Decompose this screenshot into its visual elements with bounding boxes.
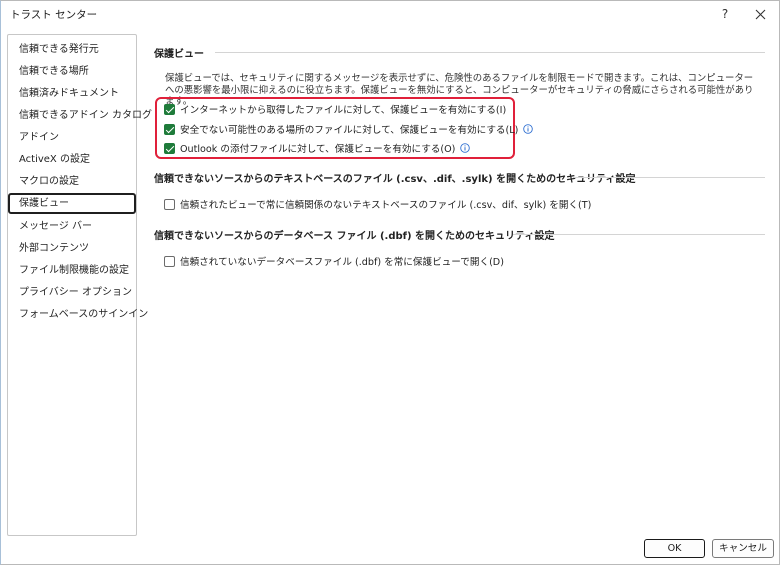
info-icon[interactable] bbox=[523, 124, 534, 134]
sidebar-item-trusted-addin-catalogs[interactable]: 信頼できるアドイン カタログ bbox=[9, 105, 152, 126]
option-outlook-attachments[interactable]: Outlook の添付ファイルに対して、保護ビューを有効にする(O) bbox=[164, 140, 471, 156]
option-unsafe-locations[interactable]: 安全でない可能性のある場所のファイルに対して、保護ビューを有効にする(L) bbox=[164, 121, 534, 137]
section-divider bbox=[573, 177, 765, 178]
section-divider bbox=[513, 234, 765, 235]
sidebar-item-trusted-documents[interactable]: 信頼済みドキュメント bbox=[9, 83, 135, 104]
title-bar: トラスト センター ? bbox=[1, 1, 779, 27]
section-heading-protected-view: 保護ビュー bbox=[154, 49, 204, 60]
help-button[interactable]: ? bbox=[711, 3, 739, 25]
option-label: Outlook の添付ファイルに対して、保護ビューを有効にする(O) bbox=[180, 144, 456, 155]
section-heading-dbf-files: 信頼できないソースからのデータベース ファイル (.dbf) を開くためのセキュ… bbox=[154, 231, 555, 242]
section-heading-text-files: 信頼できないソースからのテキストベースのファイル (.csv、.dif、.syl… bbox=[154, 174, 636, 185]
dialog-title: トラスト センター bbox=[10, 9, 98, 21]
close-icon bbox=[755, 9, 765, 19]
sidebar-item-trusted-locations[interactable]: 信頼できる場所 bbox=[9, 61, 135, 82]
option-open-text-files[interactable]: 信頼されたビューで常に信頼関係のないテキストベースのファイル (.csv、dif… bbox=[164, 196, 591, 212]
sidebar-item-external-content[interactable]: 外部コンテンツ bbox=[9, 238, 135, 259]
sidebar-item-privacy-options[interactable]: プライバシー オプション bbox=[9, 282, 135, 303]
sidebar-item-activex-settings[interactable]: ActiveX の設定 bbox=[9, 149, 135, 170]
option-internet-files[interactable]: インターネットから取得したファイルに対して、保護ビューを有効にする(I) bbox=[164, 101, 506, 117]
checkbox-open-text-files[interactable] bbox=[164, 198, 175, 210]
option-label: インターネットから取得したファイルに対して、保護ビューを有効にする(I) bbox=[180, 105, 507, 116]
sidebar-item-protected-view[interactable]: 保護ビュー bbox=[8, 193, 136, 214]
trust-center-dialog: トラスト センター ? 信頼できる発行元 信頼できる場所 信頼済みドキュメント … bbox=[0, 0, 780, 565]
option-label: 信頼されていないデータベースファイル (.dbf) を常に保護ビューで開く(D) bbox=[180, 257, 504, 268]
checkbox-outlook-attachments[interactable] bbox=[164, 142, 175, 154]
sidebar-item-trusted-publishers[interactable]: 信頼できる発行元 bbox=[9, 39, 135, 60]
sidebar-item-macro-settings[interactable]: マクロの設定 bbox=[9, 171, 135, 192]
cancel-button[interactable]: キャンセル bbox=[712, 539, 774, 558]
sidebar-item-form-based-signin[interactable]: フォームベースのサインイン bbox=[9, 304, 148, 325]
sidebar-item-message-bar[interactable]: メッセージ バー bbox=[9, 216, 135, 237]
checkbox-internet-files[interactable] bbox=[164, 103, 175, 115]
sidebar-item-file-block-settings[interactable]: ファイル制限機能の設定 bbox=[9, 260, 135, 281]
checkbox-unsafe-locations[interactable] bbox=[164, 123, 175, 135]
sidebar-item-addins[interactable]: アドイン bbox=[9, 127, 135, 148]
checkbox-open-dbf-files[interactable] bbox=[164, 255, 175, 267]
ok-button[interactable]: OK bbox=[644, 539, 705, 558]
option-label: 信頼されたビューで常に信頼関係のないテキストベースのファイル (.csv、dif… bbox=[180, 200, 592, 211]
close-button[interactable] bbox=[746, 3, 774, 25]
category-sidebar: 信頼できる発行元 信頼できる場所 信頼済みドキュメント 信頼できるアドイン カタ… bbox=[7, 34, 152, 536]
settings-panel: 保護ビュー 保護ビューでは、セキュリティに関するメッセージを表示せずに、危険性の… bbox=[141, 34, 773, 534]
info-icon[interactable] bbox=[460, 143, 471, 153]
option-label: 安全でない可能性のある場所のファイルに対して、保護ビューを有効にする(L) bbox=[180, 125, 519, 136]
section-divider bbox=[215, 52, 765, 53]
option-open-dbf-files[interactable]: 信頼されていないデータベースファイル (.dbf) を常に保護ビューで開く(D) bbox=[164, 253, 504, 269]
